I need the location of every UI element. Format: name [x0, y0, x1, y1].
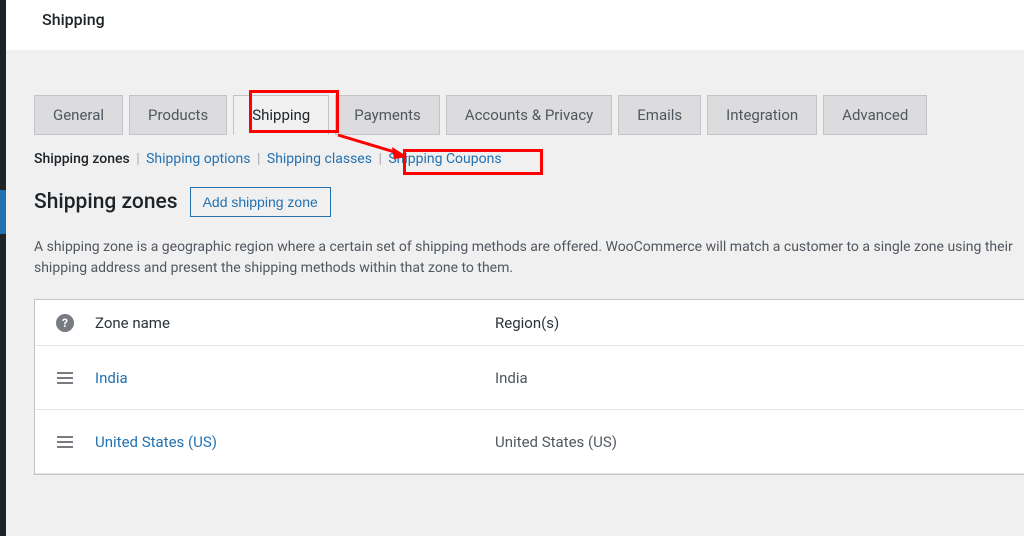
table-row: India India — [35, 346, 1024, 410]
subtab-shipping-classes[interactable]: Shipping classes — [267, 151, 372, 167]
add-shipping-zone-button[interactable]: Add shipping zone — [190, 187, 331, 217]
subtab-shipping-options[interactable]: Shipping options — [146, 151, 250, 167]
section-title: Shipping zones — [34, 190, 178, 214]
zone-name-cell: United States (US) — [95, 433, 495, 451]
table-header-zone-name: Zone name — [95, 314, 495, 332]
subtab-separator: | — [378, 151, 385, 167]
subtab-shipping-coupons[interactable]: Shipping Coupons — [388, 151, 501, 167]
zone-name-link[interactable]: United States (US) — [95, 433, 217, 451]
drag-handle[interactable] — [35, 436, 95, 448]
section-description: A shipping zone is a geographic region w… — [34, 237, 1024, 279]
drag-icon — [57, 436, 73, 448]
tab-advanced[interactable]: Advanced — [823, 95, 927, 135]
zone-region-cell: United States (US) — [495, 433, 1024, 451]
tab-general[interactable]: General — [34, 95, 123, 135]
page-title: Shipping — [42, 10, 105, 29]
zone-region-cell: India — [495, 369, 1024, 387]
table-header-help: ? — [35, 314, 95, 332]
table-row: United States (US) United States (US) — [35, 410, 1024, 474]
zone-name-cell: India — [95, 369, 495, 387]
subtab-shipping-zones[interactable]: Shipping zones — [34, 151, 130, 167]
settings-panel: General Products Shipping Payments Accou… — [6, 50, 1024, 536]
tab-accounts-privacy[interactable]: Accounts & Privacy — [446, 95, 612, 135]
settings-tabs: General Products Shipping Payments Accou… — [34, 95, 1024, 135]
table-header-row: ? Zone name Region(s) — [35, 300, 1024, 346]
shipping-subtabs: Shipping zones | Shipping options | Ship… — [34, 151, 1024, 167]
drag-icon — [57, 372, 73, 384]
help-icon[interactable]: ? — [56, 314, 74, 332]
zone-name-link[interactable]: India — [95, 369, 128, 387]
subtab-separator: | — [257, 151, 264, 167]
tab-payments[interactable]: Payments — [335, 95, 440, 135]
tab-products[interactable]: Products — [129, 95, 227, 135]
shipping-zones-table: ? Zone name Region(s) India India United… — [34, 299, 1024, 475]
drag-handle[interactable] — [35, 372, 95, 384]
tab-integration[interactable]: Integration — [707, 95, 817, 135]
subtab-separator: | — [136, 151, 143, 167]
tab-shipping[interactable]: Shipping — [233, 95, 329, 135]
table-header-regions: Region(s) — [495, 314, 1024, 332]
tab-emails[interactable]: Emails — [618, 95, 701, 135]
section-header: Shipping zones Add shipping zone — [34, 187, 1024, 217]
